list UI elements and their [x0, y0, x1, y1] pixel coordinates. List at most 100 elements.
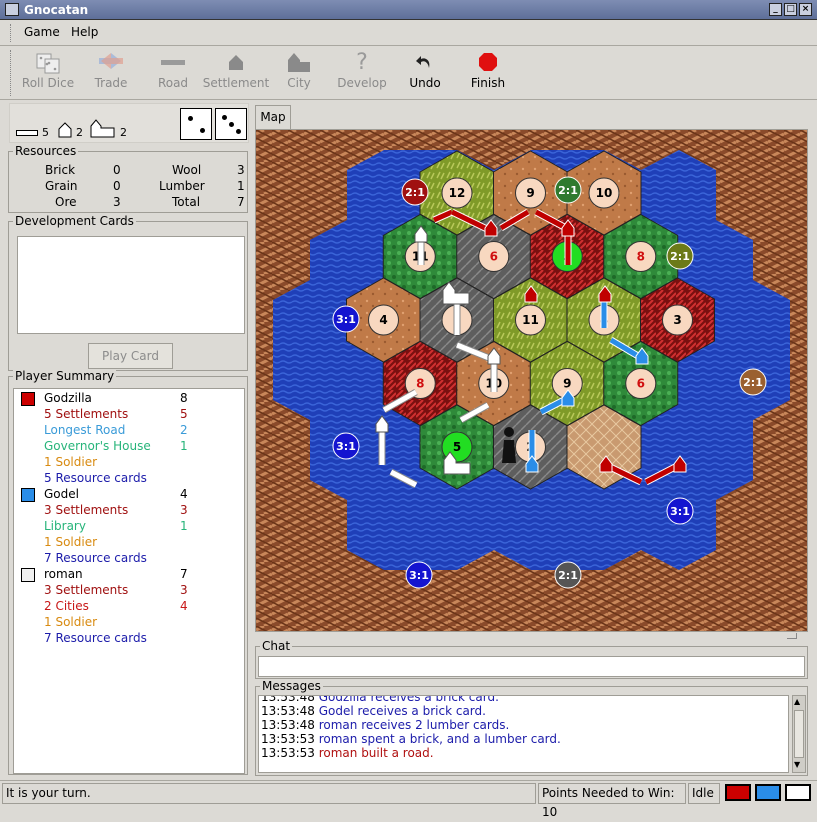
messages-scrollbar[interactable]: ▲ ▼ [792, 695, 806, 773]
die-pip [200, 128, 205, 133]
undo-button[interactable]: Undo [390, 48, 460, 98]
status-state: Idle [688, 783, 720, 804]
player-summary-group: Player Summary Godzilla 8 5 Settlements 5 Lo… [8, 369, 248, 775]
message-time: 13:53:48 [261, 695, 319, 704]
finish-icon [479, 53, 497, 71]
window-title: Gnocatan [24, 3, 89, 17]
number-token-label: 9 [563, 377, 571, 391]
total-label: Total [172, 195, 201, 209]
trade-label: Trade [94, 76, 128, 90]
menu-help[interactable]: Help [71, 25, 98, 39]
die-pip [222, 115, 227, 120]
development-cards-list[interactable] [17, 236, 245, 334]
message-line: 13:53:48 Godel receives a brick card. [261, 704, 486, 718]
menubar: Game Help [0, 20, 817, 46]
maximize-icon[interactable]: □ [784, 3, 797, 16]
finish-label: Finish [470, 76, 506, 90]
summary-value: 3 [180, 583, 188, 597]
city-piece-icon [90, 119, 115, 138]
summary-value: 2 [180, 423, 188, 437]
road-label: Road [157, 76, 189, 90]
player-stat-row: 2 Cities 4 [14, 599, 246, 615]
trade-icon [99, 53, 123, 69]
message-text: Godel receives a brick card. [318, 704, 486, 718]
player-stat-row: 7 Resource cards [14, 551, 246, 567]
status-points: Points Needed to Win: 10 [538, 783, 686, 819]
chat-title: Chat [260, 639, 293, 653]
robber-icon [502, 427, 516, 463]
die-pip [188, 116, 193, 121]
player-stat-row: 5 Resource cards [14, 471, 246, 487]
develop-button[interactable]: ? Develop [327, 48, 397, 98]
die-pip [236, 129, 241, 134]
statusbar: It is your turn. Points Needed to Win: 1… [0, 780, 817, 819]
scroll-thumb[interactable] [794, 710, 804, 758]
settlement-label: Settlement [202, 76, 270, 90]
port: 3:1 [405, 561, 433, 589]
message-text: Godzilla receives a brick card. [318, 695, 499, 704]
player-stat-row: 1 Soldier [14, 615, 246, 631]
trade-button[interactable]: Trade [76, 48, 146, 98]
scroll-down-icon[interactable]: ▼ [794, 760, 800, 769]
player-stat-row: Governor's House 1 [14, 439, 246, 455]
summary-label: 7 Resource cards [44, 631, 147, 645]
development-cards-group: Development Cards Play Card [8, 214, 248, 371]
city-button[interactable]: City [264, 48, 334, 98]
ore-value: 3 [113, 195, 121, 209]
message-time: 13:53:53 [261, 746, 319, 760]
menu-game[interactable]: Game [24, 25, 60, 39]
lumber-label: Lumber [159, 179, 205, 193]
pane-resize-handle[interactable] [787, 633, 797, 639]
finish-button[interactable]: Finish [453, 48, 523, 98]
die-1 [180, 108, 212, 140]
close-icon[interactable]: × [799, 3, 812, 16]
road-piece-icon [16, 130, 38, 136]
summary-label: Godel [44, 487, 79, 501]
message-time: 13:53:53 [261, 732, 319, 746]
port: 2:1 [666, 242, 694, 270]
develop-label: Develop [337, 76, 387, 90]
roll-dice-button[interactable]: Roll Dice [13, 48, 83, 98]
number-token-label: 4 [379, 313, 387, 327]
summary-label: 1 Soldier [44, 615, 98, 629]
summary-label: Library [44, 519, 86, 533]
road-button[interactable]: Road [138, 48, 208, 98]
player-color-swatch [21, 488, 35, 502]
play-card-button[interactable]: Play Card [88, 343, 173, 369]
message-text: roman spent a brick, and a lumber card. [318, 732, 561, 746]
settlement-icon [229, 55, 243, 70]
summary-label: 1 Soldier [44, 455, 98, 469]
summary-value: 4 [180, 487, 188, 501]
player-color-1 [725, 784, 751, 801]
undo-label: Undo [409, 76, 441, 90]
player-stat-row: Longest Road 2 [14, 423, 246, 439]
port: 2:1 [554, 561, 582, 589]
game-board[interactable]: 12910116584311438109652 2:12:12:13:12:13… [256, 130, 807, 631]
summary-label: 3 Settlements [44, 503, 129, 517]
city-icon [288, 53, 310, 72]
port-label: 2:1 [743, 376, 763, 389]
tab-map[interactable]: Map [255, 105, 291, 129]
wool-label: Wool [172, 163, 202, 177]
settlement-button[interactable]: Settlement [201, 48, 271, 98]
port: 2:1 [401, 178, 429, 206]
message-line: 13:53:53 roman spent a brick, and a lumb… [261, 732, 561, 746]
player-row: roman 7 [14, 567, 246, 583]
pieces-panel: 5 2 2 [9, 103, 249, 143]
player-row: Godzilla 8 [14, 391, 246, 407]
scroll-up-icon[interactable]: ▲ [794, 697, 800, 706]
messages-log[interactable]: 13:53:48 Godzilla receives a brick card.… [258, 695, 789, 773]
wool-value: 3 [237, 163, 245, 177]
window-menu-icon[interactable] [5, 3, 19, 16]
number-token-label: 10 [596, 186, 613, 200]
minimize-icon[interactable]: _ [769, 3, 782, 16]
number-token-label: 11 [522, 313, 539, 327]
summary-value: 3 [180, 503, 188, 517]
messages-title: Messages [260, 679, 323, 693]
port: 3:1 [332, 432, 360, 460]
chat-input[interactable] [258, 656, 805, 677]
settlements-remaining: 2 [76, 126, 83, 139]
resources-group: Resources Brick 0 Wool 3 Grain 0 Lumber … [8, 144, 248, 213]
number-token-label: 6 [490, 250, 498, 264]
number-token-label: 6 [637, 377, 645, 391]
